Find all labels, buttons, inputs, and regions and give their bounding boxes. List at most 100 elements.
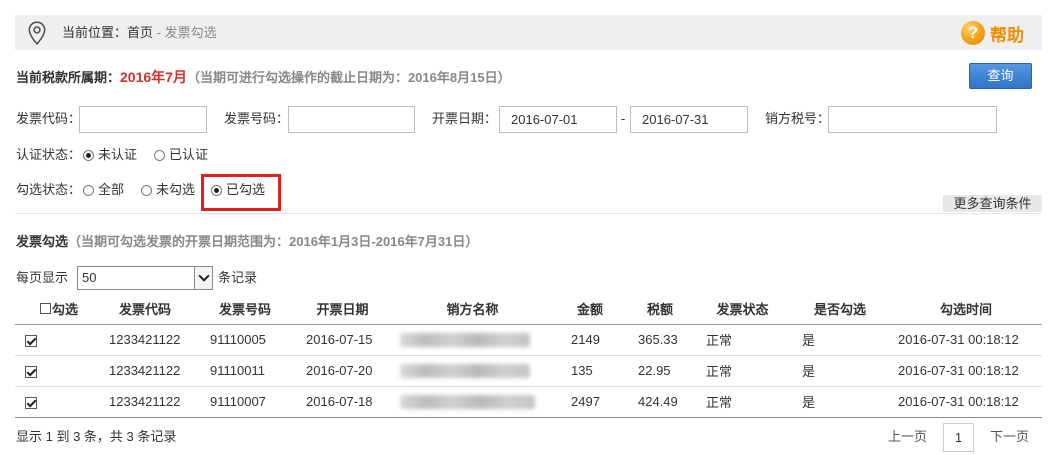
breadcrumb: 当前位置：首页 - 发票勾选	[62, 15, 217, 50]
breadcrumb-separator: -	[156, 25, 161, 40]
page-size-select[interactable]: 50	[77, 266, 213, 290]
invoice-number-input[interactable]	[288, 106, 415, 133]
query-button[interactable]: 查询	[969, 63, 1032, 89]
cell-select-time: 2016-07-31 00:18:12	[890, 355, 1042, 387]
cell-select-time: 2016-07-31 00:18:12	[890, 386, 1042, 418]
section-title-text: 发票勾选	[16, 234, 69, 249]
option-label: 未认证	[98, 147, 138, 162]
header-select-time: 勾选时间	[890, 293, 1042, 325]
header-invoice-number: 发票号码	[195, 293, 295, 325]
cell-seller-name	[390, 386, 555, 418]
cell-status: 正常	[695, 355, 790, 387]
cell-invoice-date: 2016-07-20	[295, 355, 390, 387]
seller-name-redacted	[400, 364, 530, 379]
option-label: 已认证	[169, 147, 209, 162]
cert-status-option-verified[interactable]: 已认证	[154, 145, 208, 165]
cell-checkbox	[15, 324, 95, 356]
option-label: 已勾选	[226, 182, 266, 197]
page-size-suffix: 条记录	[218, 270, 258, 285]
cell-invoice-date: 2016-07-15	[295, 324, 390, 356]
seller-tax-id-input[interactable]	[828, 106, 997, 133]
cert-status-option-unverified[interactable]: 未认证	[83, 145, 137, 165]
select-status-label: 勾选状态：	[16, 182, 82, 197]
invoice-code-input[interactable]	[79, 106, 207, 133]
cell-invoice-code: 1233421122	[95, 324, 195, 356]
tax-period: 当前税款所属期：2016年7月（当期可进行勾选操作的截止日期为：2016年8月1…	[16, 68, 511, 87]
radio-button[interactable]	[154, 149, 165, 161]
breadcrumb-prefix: 当前位置：	[62, 25, 128, 40]
radio-button[interactable]	[83, 184, 94, 196]
select-all-label: 勾选	[52, 301, 79, 317]
location-pin-icon	[28, 21, 46, 45]
date-range-separator: -	[621, 111, 626, 126]
cert-status-label: 认证状态：	[16, 147, 82, 162]
option-label: 未勾选	[156, 182, 196, 197]
page-size-label: 每页显示	[16, 270, 69, 285]
cell-invoice-number: 91110007	[195, 386, 295, 418]
more-conditions-button[interactable]: 更多查询条件	[943, 195, 1042, 212]
help-link[interactable]: 帮助	[961, 20, 1024, 46]
table-header-row: 勾选 发票代码 发票号码 开票日期 销方名称 金额 税额 发票状态 是否勾选 勾…	[15, 293, 1042, 325]
header-invoice-status: 发票状态	[695, 293, 790, 325]
invoice-date-label: 开票日期：	[432, 111, 498, 126]
radio-button[interactable]	[83, 149, 94, 161]
tax-period-value: 2016年7月	[120, 69, 187, 85]
cell-is-selected: 是	[790, 386, 890, 418]
option-label: 全部	[98, 182, 125, 197]
divider	[15, 213, 1042, 214]
breadcrumb-home-link[interactable]: 首页	[127, 25, 153, 40]
section-note: （当期可勾选发票的开票日期范围为：2016年1月3日-2016年7月31日）	[68, 234, 479, 249]
tax-period-note: （当期可进行勾选操作的截止日期为：2016年8月15日）	[186, 70, 511, 85]
cell-seller-name	[390, 355, 555, 387]
cell-seller-name	[390, 324, 555, 356]
breadcrumb-bar: 当前位置：首页 - 发票勾选	[15, 15, 1042, 50]
invoice-table: 勾选 发票代码 发票号码 开票日期 销方名称 金额 税额 发票状态 是否勾选 勾…	[15, 293, 1042, 418]
section-title: 发票勾选（当期可勾选发票的开票日期范围为：2016年1月3日-2016年7月31…	[16, 233, 478, 251]
header-seller-name: 销方名称	[390, 293, 555, 325]
header-select-all: 勾选	[15, 293, 95, 325]
cell-invoice-number: 91110011	[195, 355, 295, 387]
row-checkbox[interactable]	[25, 365, 37, 378]
cell-amount: 135	[555, 355, 625, 387]
cell-invoice-date: 2016-07-18	[295, 386, 390, 418]
cell-status: 正常	[695, 386, 790, 418]
record-summary: 显示 1 到 3 条，共 3 条记录	[16, 429, 177, 444]
cell-invoice-code: 1233421122	[95, 386, 195, 418]
header-amount: 金额	[555, 293, 625, 325]
radio-button[interactable]	[141, 184, 152, 196]
invoice-code-label: 发票代码：	[16, 111, 82, 126]
select-status-option-selected[interactable]: 已勾选	[211, 180, 265, 200]
invoice-date-start-input[interactable]	[499, 106, 617, 133]
table-row: 1233421122 91110007 2016-07-18 2497 424.…	[15, 386, 1042, 418]
page-number-button[interactable]: 1	[943, 423, 974, 452]
prev-page-link[interactable]: 上一页	[888, 428, 927, 446]
cell-tax: 22.95	[625, 355, 695, 387]
cell-is-selected: 是	[790, 355, 890, 387]
row-checkbox[interactable]	[25, 396, 37, 409]
select-status-option-unselected[interactable]: 未勾选	[141, 180, 195, 200]
select-status-option-all[interactable]: 全部	[83, 180, 124, 200]
cell-tax: 365.33	[625, 324, 695, 356]
cell-status: 正常	[695, 324, 790, 356]
question-circle-icon	[961, 21, 985, 45]
page-size-value: 50	[82, 270, 97, 285]
cell-invoice-number: 91110005	[195, 324, 295, 356]
cell-is-selected: 是	[790, 324, 890, 356]
header-invoice-code: 发票代码	[95, 293, 195, 325]
next-page-link[interactable]: 下一页	[990, 428, 1029, 446]
cell-amount: 2149	[555, 324, 625, 356]
radio-button[interactable]	[211, 184, 222, 196]
table-row: 1233421122 91110005 2016-07-15 2149 365.…	[15, 324, 1042, 356]
row-checkbox[interactable]	[25, 334, 37, 347]
tax-period-label: 当前税款所属期：	[16, 70, 121, 85]
cell-invoice-code: 1233421122	[95, 355, 195, 387]
chevron-down-icon[interactable]	[194, 267, 212, 289]
header-is-selected: 是否勾选	[790, 293, 890, 325]
seller-tax-id-label: 销方税号：	[765, 111, 831, 126]
select-all-checkbox[interactable]	[40, 302, 51, 314]
invoice-date-end-input[interactable]	[630, 106, 748, 133]
table-row: 1233421122 91110011 2016-07-20 135 22.95…	[15, 355, 1042, 387]
seller-name-redacted	[400, 395, 535, 410]
help-label: 帮助	[990, 25, 1024, 45]
cell-checkbox	[15, 355, 95, 387]
